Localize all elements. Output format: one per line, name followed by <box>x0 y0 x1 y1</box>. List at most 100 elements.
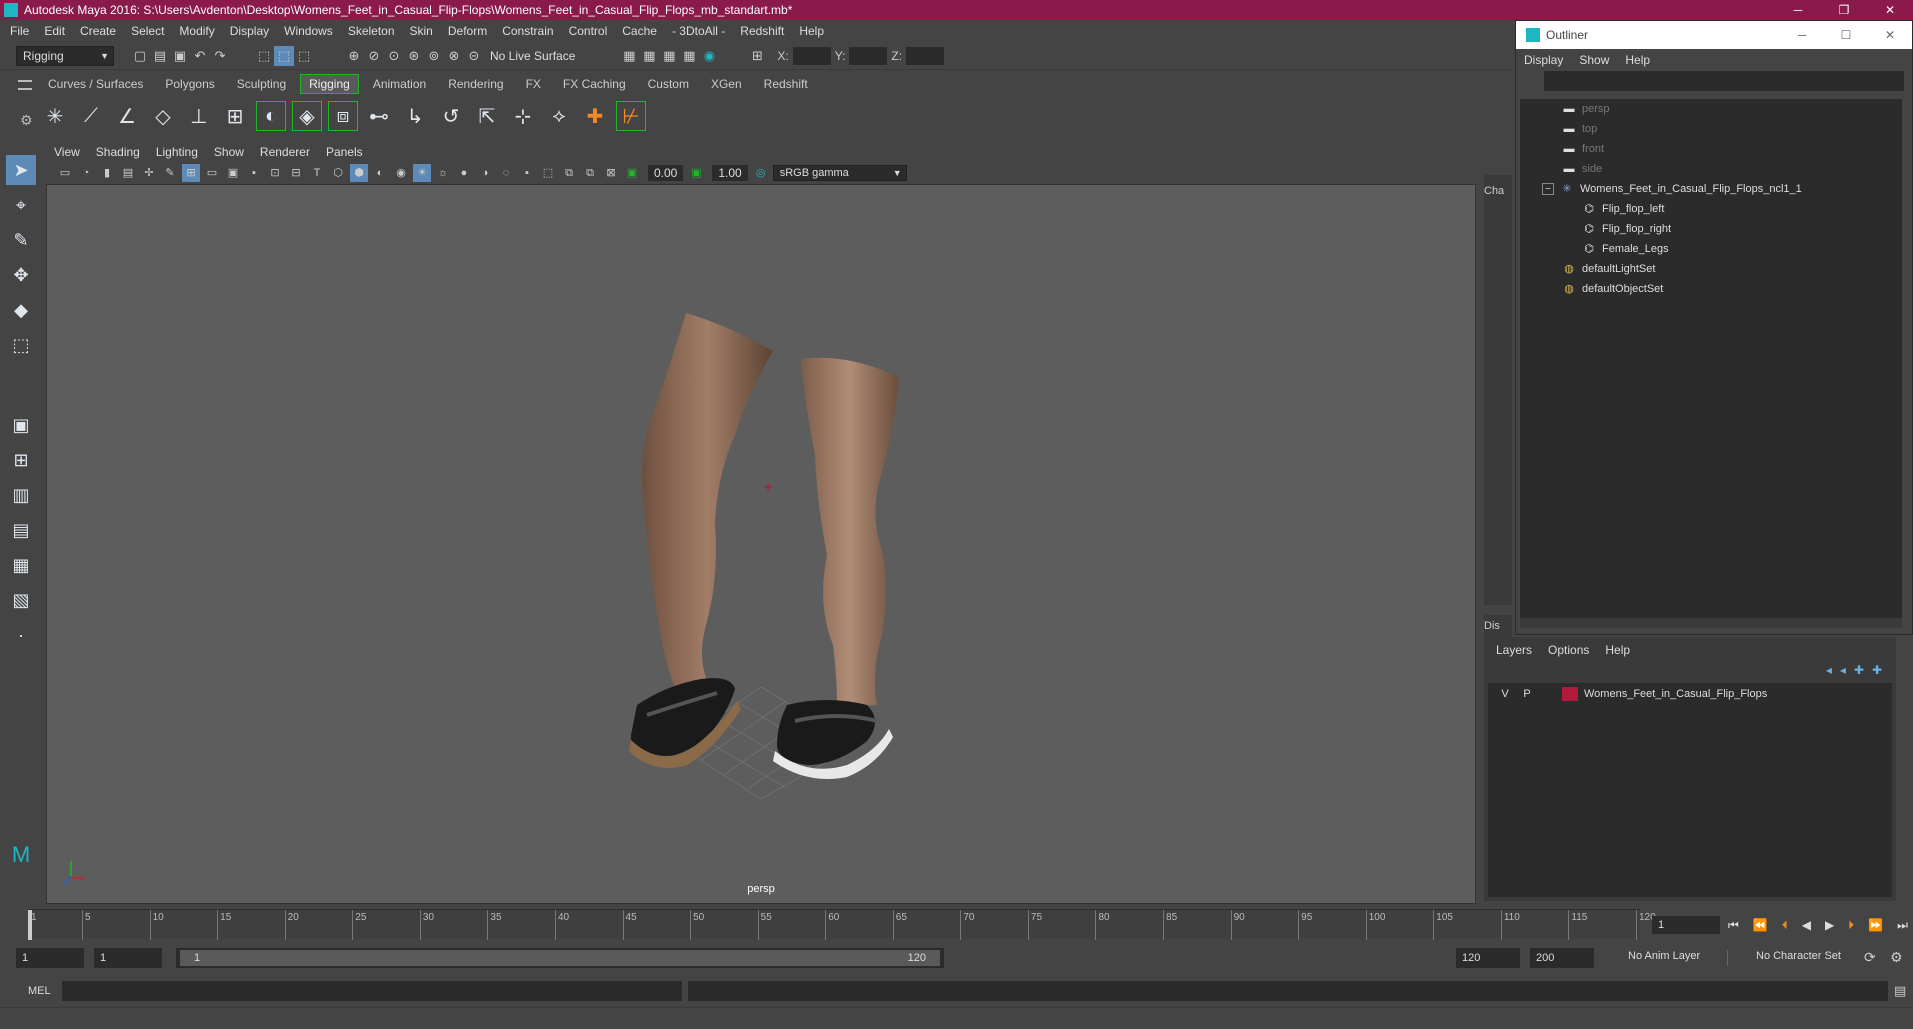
2d-pan-icon[interactable]: ✢ <box>140 164 158 182</box>
xray-active-icon[interactable]: ⊠ <box>602 164 620 182</box>
motion-blur-icon[interactable]: ◑ <box>476 164 494 182</box>
persp-outliner-icon[interactable]: ▤ <box>6 515 36 545</box>
lasso-tool-icon[interactable]: ⌖ <box>6 190 36 220</box>
hypershade-icon[interactable]: ◉ <box>699 46 719 66</box>
outliner-item[interactable]: ▬ top <box>1520 119 1902 139</box>
time-slider[interactable]: 1 5 10 15 20 25 30 35 40 45 50 55 60 65 70 75 80 85 90 95 10… <box>0 905 1913 943</box>
outliner-item[interactable]: ⌬ Flip_flop_left <box>1520 199 1902 219</box>
time-slider-ticks[interactable]: 1 5 10 15 20 25 30 35 40 45 50 55 60 65 70 75 80 85 90 95 10… <box>28 909 1656 940</box>
single-view-icon[interactable]: ▣ <box>6 410 36 440</box>
exposure-field[interactable]: 0.00 <box>648 165 684 181</box>
outliner-item[interactable]: ◍ defaultLightSet <box>1520 259 1902 279</box>
joint-tool-icon[interactable]: ✳ <box>40 101 70 131</box>
play-forwards-icon[interactable]: ▶ <box>1825 918 1834 932</box>
new-scene-icon[interactable]: ▢ <box>130 46 150 66</box>
outliner-item[interactable]: ◍ defaultObjectSet <box>1520 279 1902 299</box>
menu-modify[interactable]: Modify <box>179 24 214 38</box>
playback-start-field[interactable]: 1 <box>94 948 162 968</box>
close-button[interactable]: ✕ <box>1867 0 1913 20</box>
quick-rig-icon[interactable]: ⊞ <box>220 101 250 131</box>
step-back-icon[interactable]: ⏪ <box>1753 918 1768 932</box>
rotate-tool-icon[interactable]: ◆ <box>6 295 36 325</box>
safe-action-icon[interactable]: ⊟ <box>287 164 305 182</box>
move-layer-down-icon[interactable]: ◂ <box>1840 663 1846 677</box>
perspective-viewport[interactable]: + persp <box>46 184 1476 904</box>
image-plane-icon[interactable]: ▤ <box>119 164 137 182</box>
aim-constraint-icon[interactable]: ↳ <box>400 101 430 131</box>
color-management-icon[interactable]: ◎ <box>752 164 770 182</box>
current-time-indicator[interactable] <box>28 910 32 940</box>
vp-menu-show[interactable]: Show <box>214 145 244 159</box>
outliner-menu-show[interactable]: Show <box>1579 53 1609 67</box>
vp-menu-shading[interactable]: Shading <box>96 145 140 159</box>
resolution-gate-icon[interactable]: ▣ <box>224 164 242 182</box>
shelf-settings-icon[interactable]: ⚙ <box>20 112 33 129</box>
smooth-skin-icon[interactable]: ◈ <box>292 101 322 131</box>
snap-grid-icon[interactable]: ⊕ <box>344 46 364 66</box>
outliner-menu-display[interactable]: Display <box>1524 53 1563 67</box>
tab-redshift[interactable]: Redshift <box>756 75 816 93</box>
scale-tool-icon[interactable]: ⬚ <box>6 330 36 360</box>
depth-of-field-icon[interactable]: ▪ <box>518 164 536 182</box>
outliner-item[interactable]: ⌬ Flip_flop_right <box>1520 219 1902 239</box>
menu-create[interactable]: Create <box>80 24 116 38</box>
grease-pencil-icon[interactable]: ✎ <box>161 164 179 182</box>
step-forward-key-icon[interactable]: ⏵ <box>1848 918 1854 933</box>
camera-select-icon[interactable]: ▭ <box>56 164 74 182</box>
play-backwards-icon[interactable]: ◀ <box>1802 918 1811 932</box>
outliner-close-button[interactable]: ✕ <box>1868 21 1912 49</box>
exposure-icon[interactable]: ▣ <box>623 164 641 182</box>
go-to-end-icon[interactable]: ⏭ <box>1897 918 1908 933</box>
wireframe-on-shaded-icon[interactable]: ◐ <box>371 164 389 182</box>
menu-file[interactable]: File <box>10 24 29 38</box>
undo-icon[interactable]: ↶ <box>190 46 210 66</box>
tab-xgen[interactable]: XGen <box>703 75 750 93</box>
four-view-icon[interactable]: ⊞ <box>6 445 36 475</box>
outliner-horizontal-scrollbar[interactable] <box>1520 618 1902 628</box>
tab-sculpting[interactable]: Sculpting <box>229 75 294 93</box>
range-slider[interactable]: 1 120 <box>176 948 944 968</box>
redo-icon[interactable]: ↷ <box>210 46 230 66</box>
cluster-icon[interactable]: ✚ <box>580 101 610 131</box>
layer-color-swatch[interactable] <box>1562 687 1578 701</box>
go-to-start-icon[interactable]: ⏮ <box>1728 918 1739 933</box>
move-layer-up-icon[interactable]: ◂ <box>1826 663 1832 677</box>
outliner-menu-help[interactable]: Help <box>1625 53 1650 67</box>
preferences-icon[interactable]: ⚙ <box>1890 949 1903 966</box>
menu-help[interactable]: Help <box>799 24 824 38</box>
pole-vector-icon[interactable]: ⟡ <box>544 101 574 131</box>
orient-constraint-icon[interactable]: ↺ <box>436 101 466 131</box>
camera-attr-icon[interactable]: ◔ <box>77 164 95 182</box>
outliner-item[interactable]: ▬ persp <box>1520 99 1902 119</box>
range-slider-handle[interactable]: 1 120 <box>180 950 940 966</box>
new-layer-icon[interactable]: ✚ <box>1854 663 1864 677</box>
grid-icon[interactable]: ⊞ <box>182 164 200 182</box>
layer-menu-help[interactable]: Help <box>1605 643 1630 657</box>
live-surface-label[interactable]: No Live Surface <box>490 49 575 63</box>
gamma-icon[interactable]: ▣ <box>687 164 705 182</box>
new-layer-selected-icon[interactable]: ✚ <box>1872 663 1882 677</box>
ik-spline-icon[interactable]: ∠ <box>112 101 142 131</box>
menu-select[interactable]: Select <box>131 24 164 38</box>
save-scene-icon[interactable]: ▣ <box>170 46 190 66</box>
ik-handle-icon[interactable]: ⟋ <box>76 101 106 131</box>
tab-rigging[interactable]: Rigging <box>300 74 359 94</box>
vp-menu-lighting[interactable]: Lighting <box>156 145 198 159</box>
x-field[interactable] <box>792 46 831 65</box>
layer-playback-toggle[interactable]: P <box>1518 688 1536 700</box>
safe-title-icon[interactable]: T <box>308 164 326 182</box>
menu-deform[interactable]: Deform <box>448 24 487 38</box>
layer-row[interactable]: V P Womens_Feet_in_Casual_Flip_Flops <box>1488 683 1892 705</box>
color-space-dropdown[interactable]: sRGB gamma ▼ <box>772 165 907 181</box>
y-field[interactable] <box>849 46 888 65</box>
menu-cache[interactable]: Cache <box>622 24 657 38</box>
menu-skin[interactable]: Skin <box>410 24 433 38</box>
auto-key-icon[interactable]: ⟳ <box>1864 949 1876 966</box>
paint-select-icon[interactable]: ✎ <box>6 225 36 255</box>
menu-edit[interactable]: Edit <box>44 24 65 38</box>
vp-menu-renderer[interactable]: Renderer <box>260 145 310 159</box>
channel-box-tab[interactable]: Cha <box>1484 175 1512 605</box>
tab-fx[interactable]: FX <box>518 75 549 93</box>
gamma-field[interactable]: 1.00 <box>712 165 748 181</box>
wireframe-icon[interactable]: ⬡ <box>329 164 347 182</box>
